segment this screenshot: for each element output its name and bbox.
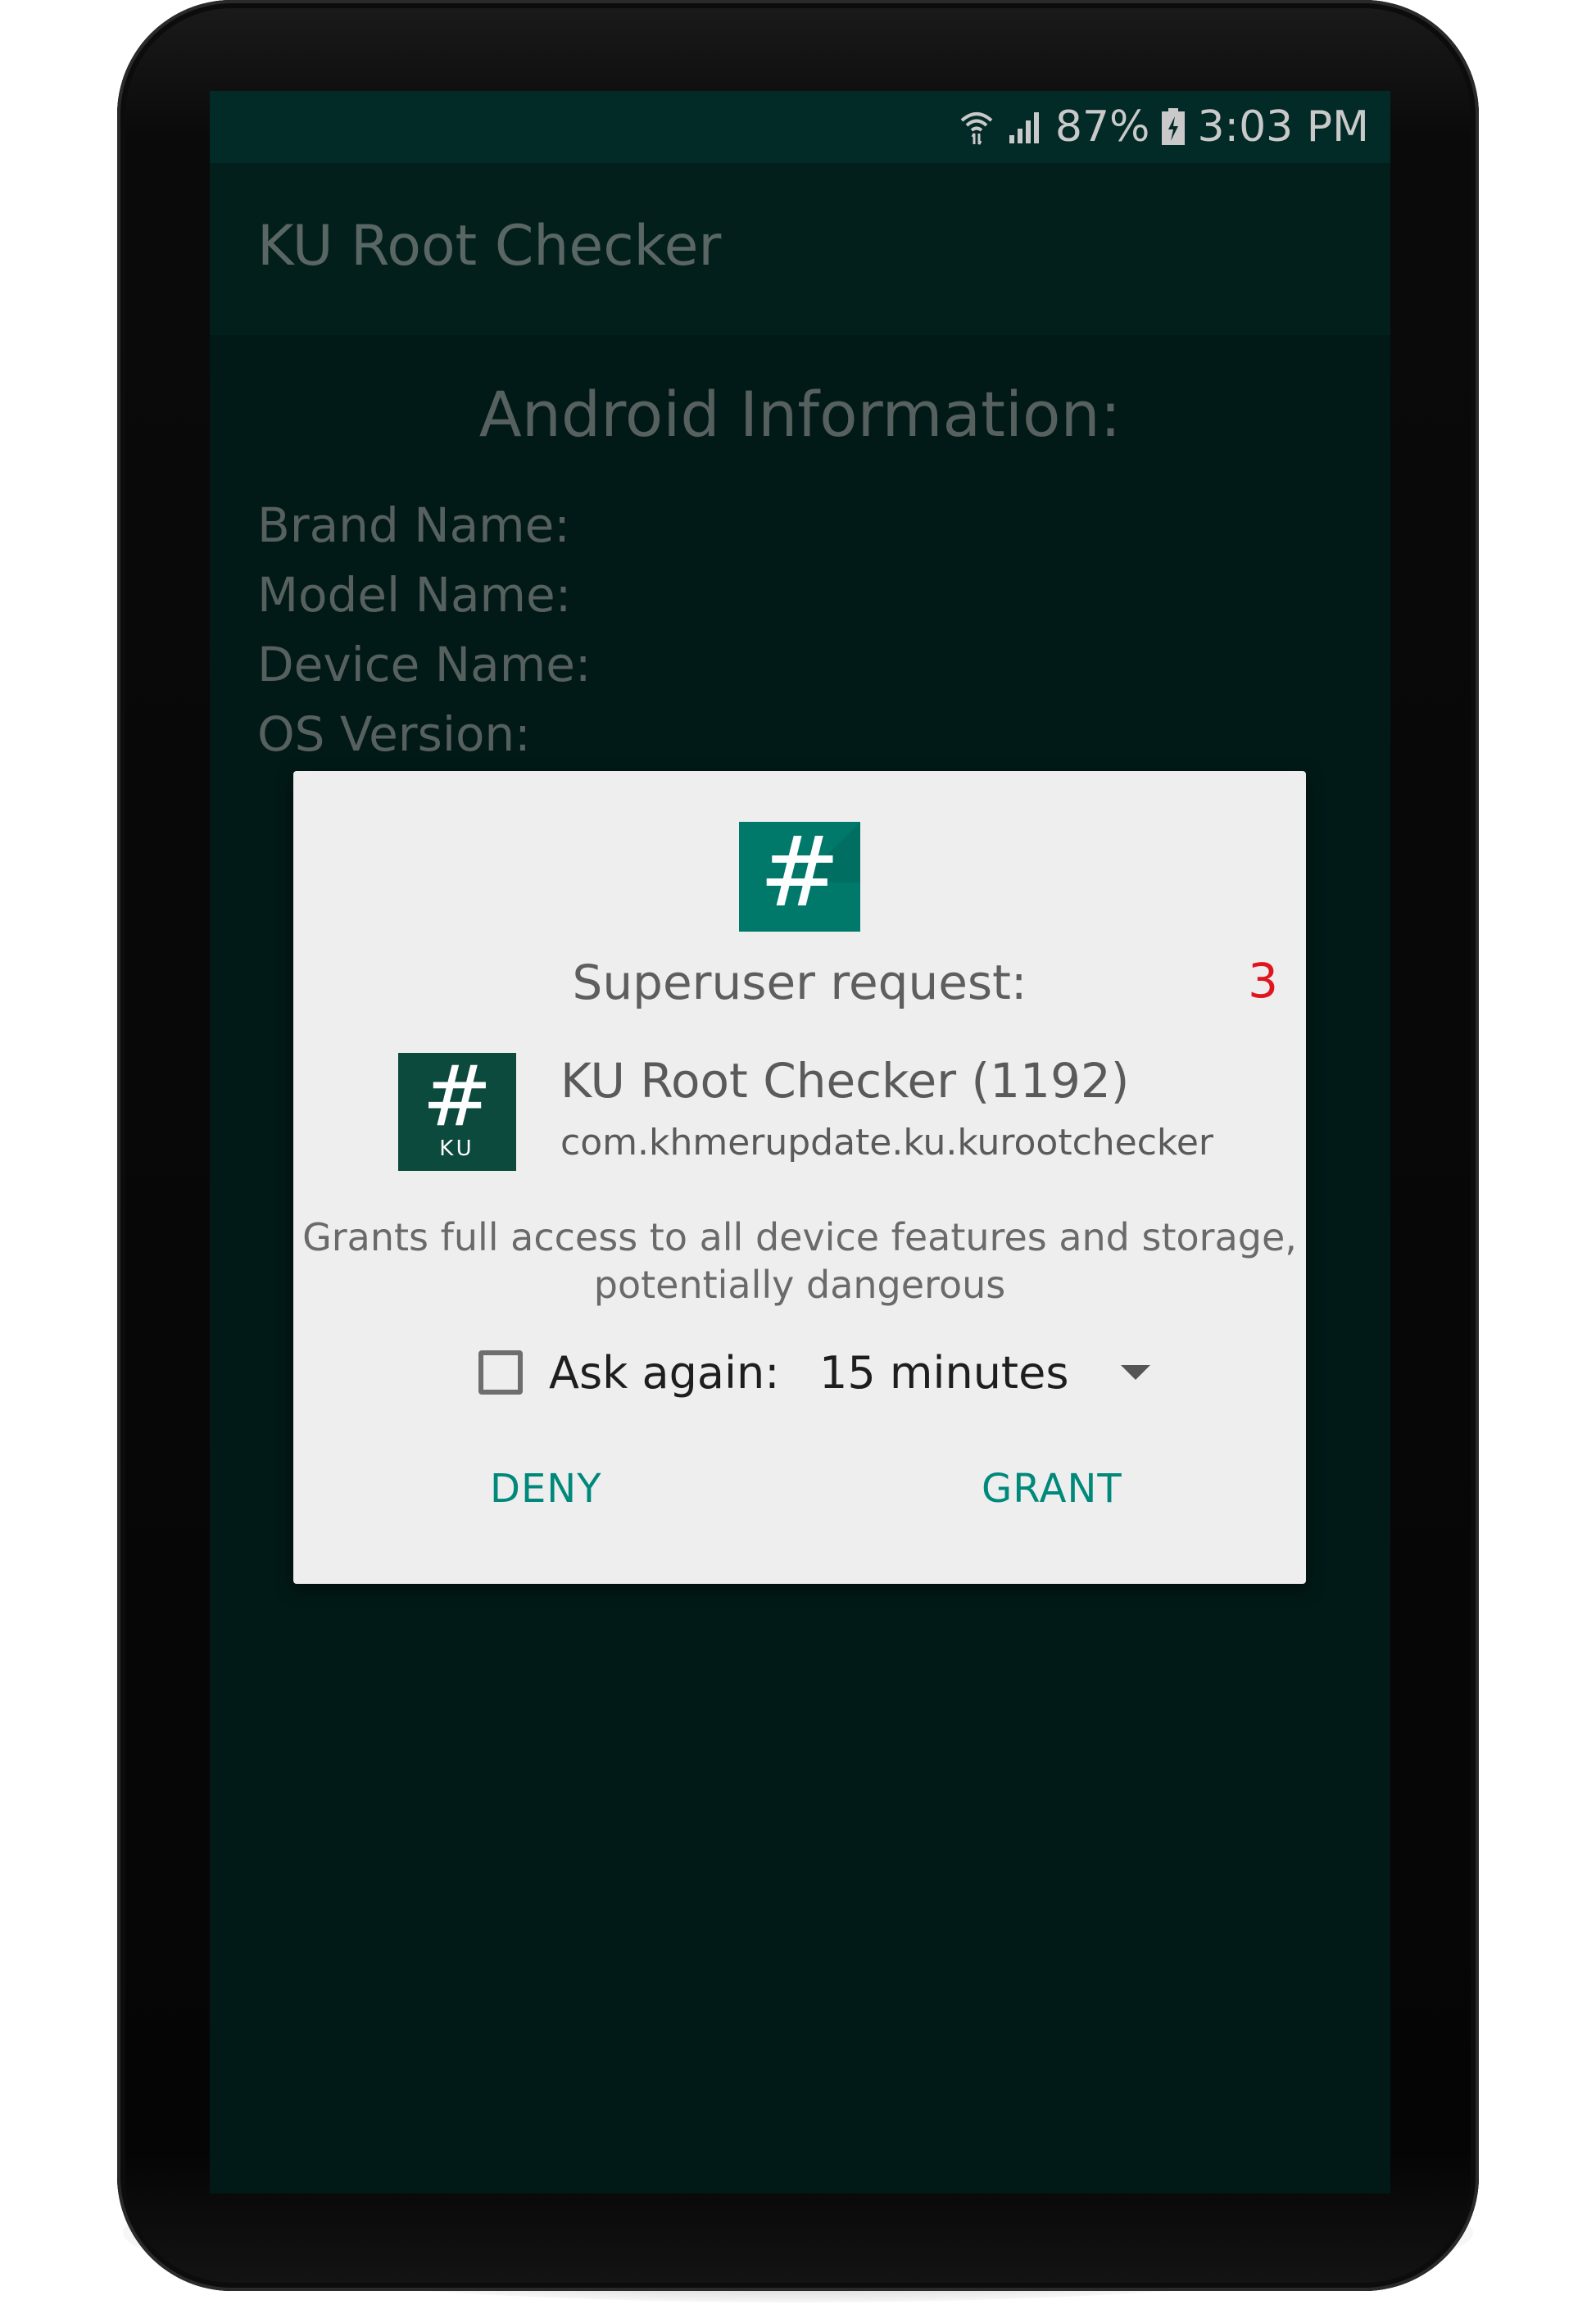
ask-again-checkbox[interactable] <box>478 1350 523 1395</box>
duration-selected-value: 15 minutes <box>819 1346 1069 1399</box>
brand-name-label: Brand Name: <box>257 497 570 553</box>
app-icon-hash: # <box>422 1048 492 1145</box>
os-version-label: OS Version: <box>257 706 531 762</box>
superuser-dialog: # Superuser request: 3 # KU KU Root Chec… <box>293 771 1306 1584</box>
app-icon: # KU <box>398 1053 516 1171</box>
requesting-app-package: com.khmerupdate.ku.kurootchecker <box>560 1122 1214 1164</box>
duration-dropdown[interactable]: 15 minutes <box>819 1340 1151 1405</box>
clock: 3:03 PM <box>1197 102 1369 152</box>
warning-line-1: Grants full access to all device feature… <box>302 1215 1297 1259</box>
dialog-title: Superuser request: <box>572 955 1027 1010</box>
battery-charging-icon <box>1161 108 1186 146</box>
warning-line-2: potentially dangerous <box>593 1263 1006 1307</box>
ask-again-row: Ask again: <box>478 1340 779 1405</box>
screen: 87% 3:03 PM KU Root Checker Android Info… <box>210 91 1390 2193</box>
signal-icon <box>1006 109 1044 145</box>
wifi-icon <box>959 109 995 145</box>
deny-button[interactable]: DENY <box>490 1466 602 1512</box>
permission-warning: Grants full access to all device feature… <box>293 1213 1306 1309</box>
status-icons: 87% 3:03 PM <box>959 91 1369 163</box>
countdown-timer: 3 <box>1248 953 1278 1009</box>
grant-button[interactable]: GRANT <box>982 1466 1122 1512</box>
battery-percent: 87% <box>1054 102 1150 152</box>
status-bar: 87% 3:03 PM <box>210 91 1390 163</box>
stage: 87% 3:03 PM KU Root Checker Android Info… <box>0 0 1596 2309</box>
hash-symbol: # <box>759 822 841 928</box>
device-name-label: Device Name: <box>257 637 592 692</box>
android-info-heading: Android Information: <box>478 378 1122 451</box>
requesting-app-name: KU Root Checker (1192) <box>560 1053 1130 1109</box>
dropdown-arrow-icon <box>1121 1365 1151 1380</box>
superuser-hash-icon: # <box>739 822 860 932</box>
info-list: Brand Name: Model Name: Device Name: OS … <box>257 491 591 769</box>
ask-again-label: Ask again: <box>549 1346 780 1399</box>
model-name-label: Model Name: <box>257 567 572 623</box>
app-title: KU Root Checker <box>257 214 722 279</box>
app-icon-text: KU <box>439 1136 475 1161</box>
